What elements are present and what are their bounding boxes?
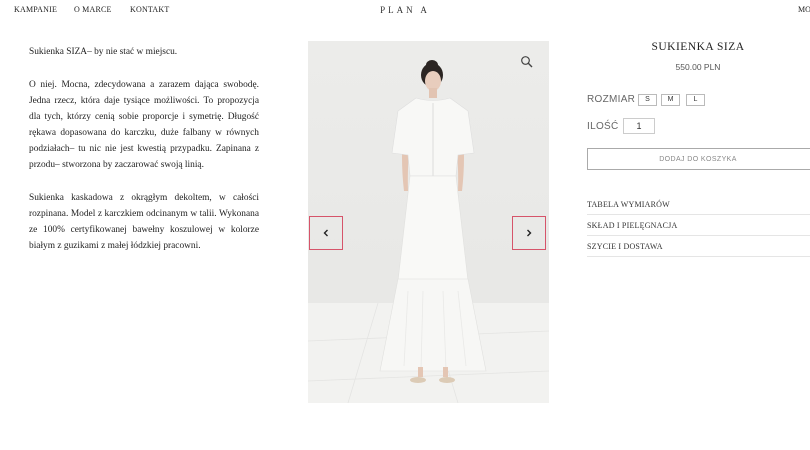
size-option-m[interactable]: M <box>661 94 680 106</box>
gallery-next-button[interactable] <box>512 216 546 250</box>
top-navigation: KAMPANIE O MARCE KONTAKT PLAN A MO <box>0 0 810 22</box>
brand-logo[interactable]: PLAN A <box>0 5 810 15</box>
size-option-s[interactable]: S <box>638 94 657 106</box>
magnifier-icon[interactable] <box>520 55 534 69</box>
quantity-input[interactable] <box>623 118 655 134</box>
product-title: SUKIENKA SIZA <box>651 41 745 53</box>
size-option-l[interactable]: L <box>686 94 705 106</box>
accordion-shipping[interactable]: SZYCIE I DOSTAWA <box>587 237 810 257</box>
add-to-cart-button[interactable]: DODAJ DO KOSZYKA <box>587 148 810 170</box>
description-paragraph: O niej. Mocna, zdecydowana a zarazem daj… <box>29 80 259 170</box>
chevron-right-icon <box>527 229 532 237</box>
accordion-size-chart[interactable]: TABELA WYMIARÓW <box>587 195 810 215</box>
nav-link-right[interactable]: MO <box>798 5 810 14</box>
size-label: ROZMIAR <box>587 94 636 105</box>
gallery-prev-button[interactable] <box>309 216 343 250</box>
product-description: Sukienka SIZA– by nie stać w miejscu. O … <box>29 44 259 271</box>
description-paragraph: Sukienka SIZA– by nie stać w miejscu. <box>29 47 178 57</box>
quantity-label: ILOŚĆ <box>587 121 619 132</box>
chevron-left-icon <box>323 229 328 237</box>
description-paragraph: Sukienka kaskadowa z okrągłym dekoltem, … <box>29 193 259 251</box>
product-price: 550.00 PLN <box>675 62 721 72</box>
accordion-care[interactable]: SKŁAD I PIELĘGNACJA <box>587 216 810 236</box>
